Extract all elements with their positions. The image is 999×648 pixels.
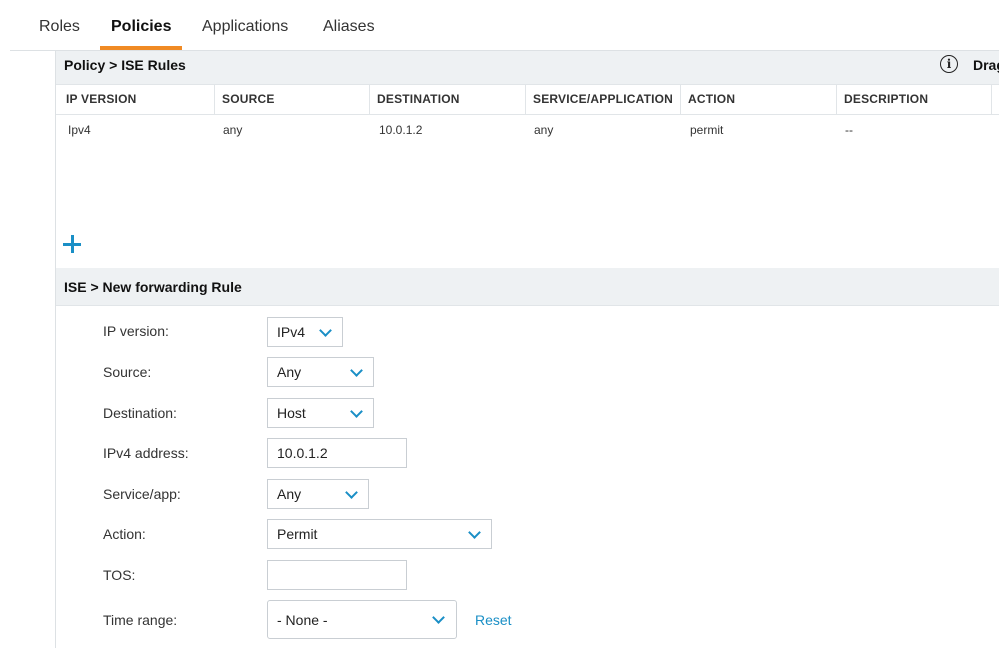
column-separator[interactable] <box>680 84 681 114</box>
time-range-select[interactable]: - None - <box>267 600 457 639</box>
form-section-title: ISE > New forwarding Rule <box>64 279 242 295</box>
column-header-ip-version[interactable]: IP VERSION <box>66 92 136 106</box>
action-value: Permit <box>277 526 318 542</box>
rules-table-header: IP VERSION SOURCE DESTINATION SERVICE/AP… <box>56 84 999 115</box>
time-range-value: - None - <box>277 612 328 628</box>
chevron-down-icon <box>350 364 363 377</box>
tab-policies[interactable]: Policies <box>111 18 171 36</box>
column-header-action[interactable]: ACTION <box>688 92 735 106</box>
cell-ip-version: Ipv4 <box>68 123 91 137</box>
cell-description: -- <box>845 123 853 137</box>
source-select[interactable]: Any <box>267 357 374 387</box>
rules-section-header: Policy > ISE Rules <box>56 51 999 85</box>
column-separator[interactable] <box>991 84 992 114</box>
source-value: Any <box>277 364 302 380</box>
tab-applications[interactable]: Applications <box>202 18 288 36</box>
action-select[interactable]: Permit <box>267 519 492 549</box>
ipv4-address-input[interactable]: 10.0.1.2 <box>267 438 407 468</box>
cell-service: any <box>534 123 554 137</box>
ip-version-label: IP version: <box>103 323 169 339</box>
reset-link[interactable]: Reset <box>475 612 512 628</box>
service-app-label: Service/app: <box>103 486 181 502</box>
tos-input[interactable] <box>267 560 407 590</box>
action-label: Action: <box>103 526 146 542</box>
ip-version-select[interactable]: IPv4 <box>267 317 343 347</box>
ip-version-value: IPv4 <box>277 324 306 340</box>
tab-bar: Roles Policies Applications Aliases <box>0 0 999 50</box>
rules-section-title: Policy > ISE Rules <box>64 57 186 73</box>
destination-select[interactable]: Host <box>267 398 374 428</box>
service-app-value: Any <box>277 486 302 502</box>
form-section-header: ISE > New forwarding Rule <box>56 268 999 306</box>
time-range-label: Time range: <box>103 612 178 628</box>
plus-icon[interactable] <box>63 235 81 253</box>
column-separator[interactable] <box>214 84 215 114</box>
column-header-service[interactable]: SERVICE/APPLICATION <box>533 92 673 106</box>
chevron-down-icon <box>345 486 358 499</box>
cell-source: any <box>223 123 243 137</box>
column-header-source[interactable]: SOURCE <box>222 92 275 106</box>
destination-value: Host <box>277 405 306 421</box>
cell-destination: 10.0.1.2 <box>379 123 423 137</box>
column-header-destination[interactable]: DESTINATION <box>377 92 460 106</box>
cell-action: permit <box>690 123 724 137</box>
chevron-down-icon <box>350 405 363 418</box>
chevron-down-icon <box>319 324 332 337</box>
chevron-down-icon <box>468 526 481 539</box>
service-app-select[interactable]: Any <box>267 479 369 509</box>
column-separator[interactable] <box>836 84 837 114</box>
chevron-down-icon <box>432 611 445 624</box>
table-row[interactable]: Ipv4 any 10.0.1.2 any permit -- <box>56 115 999 145</box>
ipv4-address-label: IPv4 address: <box>103 445 189 461</box>
column-separator[interactable] <box>525 84 526 114</box>
ipv4-address-value: 10.0.1.2 <box>277 445 328 461</box>
source-label: Source: <box>103 364 152 380</box>
column-separator[interactable] <box>369 84 370 114</box>
destination-label: Destination: <box>103 405 177 421</box>
tab-roles[interactable]: Roles <box>39 18 80 36</box>
column-header-description[interactable]: DESCRIPTION <box>844 92 928 106</box>
info-icon[interactable]: i <box>940 55 958 73</box>
drag-hint: Drag <box>973 57 999 73</box>
tos-label: TOS: <box>103 567 136 583</box>
tab-aliases[interactable]: Aliases <box>323 18 375 36</box>
